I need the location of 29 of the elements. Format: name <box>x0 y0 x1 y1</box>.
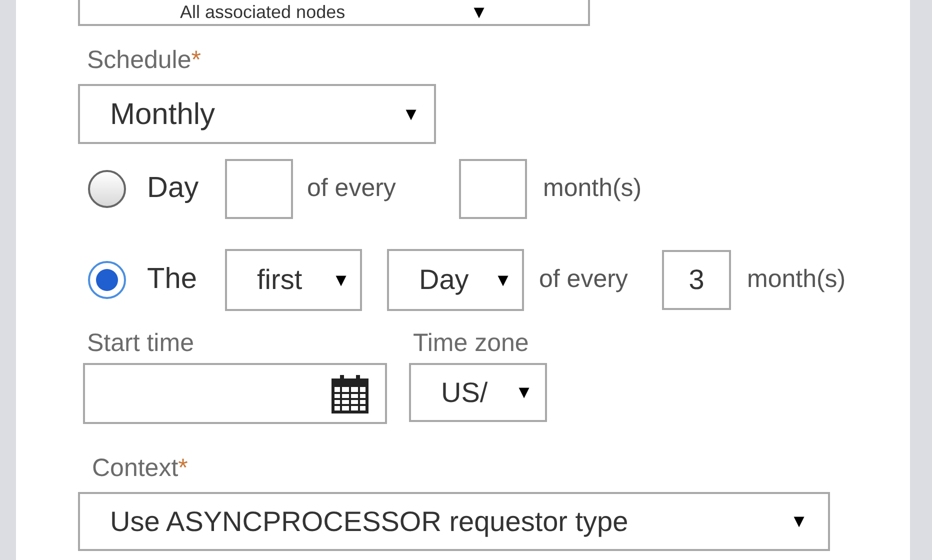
field-label: Time zone <box>413 328 530 359</box>
calendar-icon[interactable] <box>331 374 369 414</box>
input-field[interactable] <box>459 159 527 219</box>
dropdown[interactable]: Day ▼ <box>387 249 524 311</box>
dropdown[interactable]: Use ASYNCPROCESSOR requestor type ▼ <box>78 492 830 551</box>
radio-button[interactable] <box>88 170 126 208</box>
dropdown[interactable]: All associated nodes ▼ <box>78 0 590 26</box>
caret-icon: ▼ <box>402 100 420 128</box>
caret-icon: ▼ <box>332 266 350 294</box>
field-label: Start time <box>87 328 195 359</box>
input-field[interactable] <box>225 159 293 219</box>
caret-icon: ▼ <box>494 266 512 294</box>
field-label: Context* <box>92 453 189 484</box>
caret-icon: ▼ <box>470 0 488 26</box>
dropdown[interactable]: Monthly ▼ <box>78 84 436 144</box>
radio-button[interactable] <box>88 261 126 299</box>
text-label: month(s) <box>543 173 642 204</box>
field-label: Schedule* <box>87 45 202 76</box>
input-field[interactable]: 3 <box>662 250 731 310</box>
dropdown[interactable]: first ▼ <box>225 249 362 311</box>
text-label: of every <box>539 264 629 296</box>
date-field[interactable] <box>83 363 387 424</box>
text-label: of every <box>307 173 397 204</box>
text-label: month(s) <box>747 264 846 296</box>
caret-icon: ▼ <box>515 379 533 406</box>
option-label: The <box>147 262 198 298</box>
caret-icon: ▼ <box>790 508 808 535</box>
dropdown[interactable]: US/ ▼ <box>409 363 547 422</box>
option-label: Day <box>147 171 200 206</box>
